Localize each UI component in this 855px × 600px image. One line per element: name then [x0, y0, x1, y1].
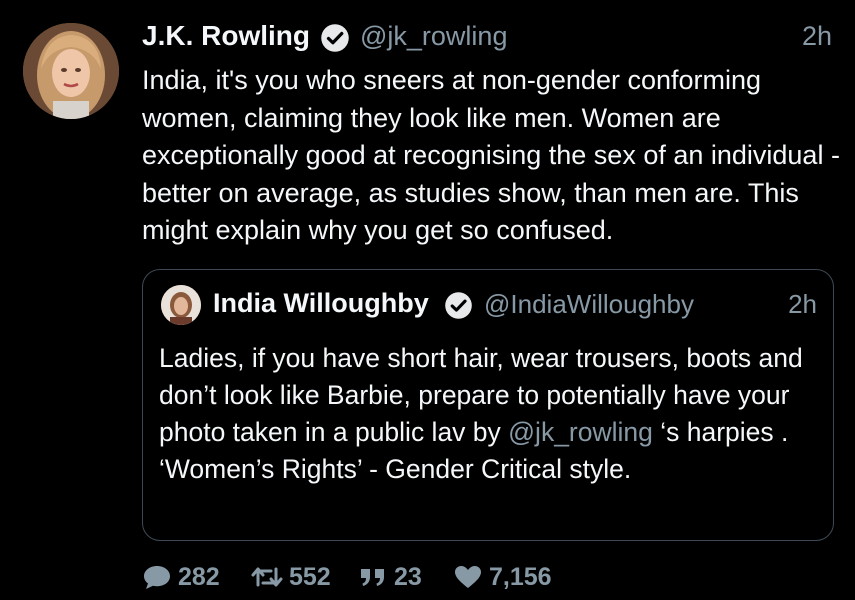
retweet-icon [251, 567, 283, 587]
tweet-timestamp[interactable]: 2h [802, 21, 832, 52]
author-name[interactable]: J.K. Rowling [142, 20, 310, 52]
tweet[interactable]: J.K. Rowling @jk_rowling 2h India, it's … [0, 0, 855, 600]
retweet-button[interactable]: 552 [251, 560, 331, 594]
quoted-author-avatar [161, 285, 201, 325]
retweet-count: 552 [289, 562, 331, 591]
quote-icon [361, 569, 384, 586]
author-handle[interactable]: @jk_rowling [360, 21, 507, 52]
tweet-header: J.K. Rowling @jk_rowling 2h [142, 18, 832, 54]
quote-button[interactable]: 23 [358, 560, 422, 594]
reply-button[interactable]: 282 [142, 560, 220, 594]
tweet-actions: 282 552 23 7,156 [142, 560, 842, 594]
mention-link[interactable]: @jk_rowling [508, 417, 653, 447]
like-count: 7,156 [489, 562, 552, 591]
verified-badge-icon [321, 24, 349, 52]
quoted-tweet-timestamp: 2h [788, 289, 817, 319]
verified-badge-icon [445, 292, 472, 319]
quoted-author-handle: @IndiaWilloughby [484, 289, 694, 319]
like-button[interactable]: 7,156 [453, 560, 552, 594]
reply-count: 282 [178, 562, 220, 591]
quoted-author-name: India Willoughby [213, 288, 429, 318]
tweet-text: India, it's you who sneers at non-gender… [142, 65, 840, 245]
author-avatar[interactable] [23, 23, 119, 119]
reply-icon [144, 566, 170, 589]
quoted-tweet[interactable]: India Willoughby @IndiaWilloughby 2h Lad… [142, 269, 834, 541]
heart-icon [455, 566, 481, 588]
quoted-tweet-text: Ladies, if you have short hair, wear tro… [159, 340, 824, 488]
quote-count: 23 [394, 562, 422, 591]
